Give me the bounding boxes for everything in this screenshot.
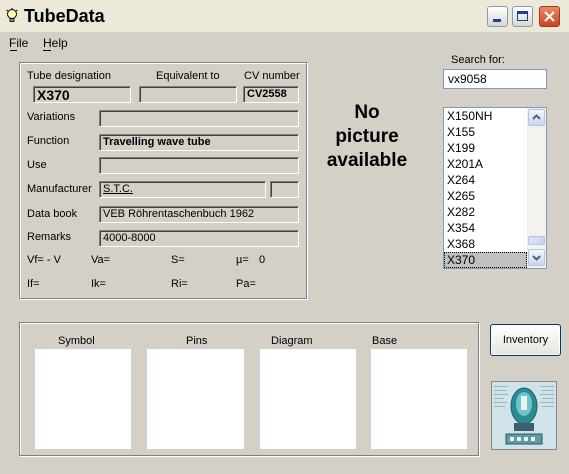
minimize-button[interactable] <box>487 6 508 27</box>
diagram-panel <box>260 349 356 449</box>
equivalent-field[interactable] <box>139 86 237 103</box>
maximize-button[interactable] <box>512 6 533 27</box>
variations-field[interactable] <box>99 110 299 127</box>
manufacturer-field[interactable]: S.T.C. <box>99 181 266 198</box>
close-button[interactable] <box>539 6 560 27</box>
param-if: If= <box>27 278 40 290</box>
param-vf: Vf= - V <box>27 254 61 266</box>
param-va: Va= <box>91 254 111 266</box>
equivalent-label: Equivalent to <box>156 70 220 82</box>
minimize-icon <box>493 19 501 22</box>
menu-bar <box>0 32 569 52</box>
list-scrollbar[interactable] <box>527 108 546 268</box>
base-label: Base <box>372 335 398 347</box>
manufacturer-label: Manufacturer <box>27 183 92 195</box>
search-label: Search for: <box>451 54 505 66</box>
help-underline <box>43 50 51 51</box>
menu-file[interactable]: File <box>9 36 28 50</box>
chevron-up-icon <box>532 114 541 120</box>
remarks-field[interactable]: 4000-8000 <box>99 230 299 247</box>
search-input[interactable] <box>443 69 547 89</box>
tube-designation-label: Tube designation <box>27 70 111 82</box>
window-title: TubeData <box>24 6 105 26</box>
tube-logo-image <box>491 381 557 450</box>
param-mu-value: 0 <box>259 254 266 266</box>
menu-help[interactable]: Help <box>43 36 68 50</box>
symbol-panel <box>35 349 131 449</box>
variations-label: Variations <box>27 111 76 123</box>
no-picture-message: No picture available <box>326 102 408 171</box>
chevron-down-icon <box>532 255 541 261</box>
symbol-label: Symbol <box>58 335 95 347</box>
databook-label: Data book <box>27 208 78 220</box>
use-field[interactable] <box>99 157 299 174</box>
scroll-up-button[interactable] <box>528 109 545 126</box>
param-mu: µ= <box>236 254 249 266</box>
inventory-button[interactable]: Inventory <box>490 324 561 356</box>
close-icon <box>544 11 555 22</box>
param-ik: Ik= <box>91 278 106 290</box>
param-pa: Pa= <box>236 278 256 290</box>
maximize-icon <box>517 11 528 21</box>
databook-field[interactable]: VEB Röhrentaschenbuch 1962 <box>99 206 299 223</box>
tube-designation-field[interactable]: X370 <box>33 86 131 103</box>
cv-number-field[interactable]: CV2558 <box>243 86 299 103</box>
pins-label: Pins <box>186 335 208 347</box>
manufacturer-extra-field[interactable] <box>270 181 299 198</box>
scroll-thumb[interactable] <box>528 236 545 245</box>
lightbulb-icon <box>6 8 20 24</box>
function-field[interactable]: Travelling wave tube <box>99 134 299 151</box>
param-s: S= <box>171 254 185 266</box>
cv-number-label: CV number <box>244 70 300 82</box>
use-label: Use <box>27 159 47 171</box>
remarks-label: Remarks <box>27 231 72 243</box>
function-label: Function <box>27 135 70 147</box>
base-panel <box>371 349 467 449</box>
diagram-label: Diagram <box>271 335 313 347</box>
file-underline <box>10 50 17 51</box>
scroll-down-button[interactable] <box>528 249 545 266</box>
pins-panel <box>147 349 244 449</box>
param-ri: Ri= <box>171 278 188 290</box>
list-item-selected[interactable]: X370 <box>444 252 527 268</box>
